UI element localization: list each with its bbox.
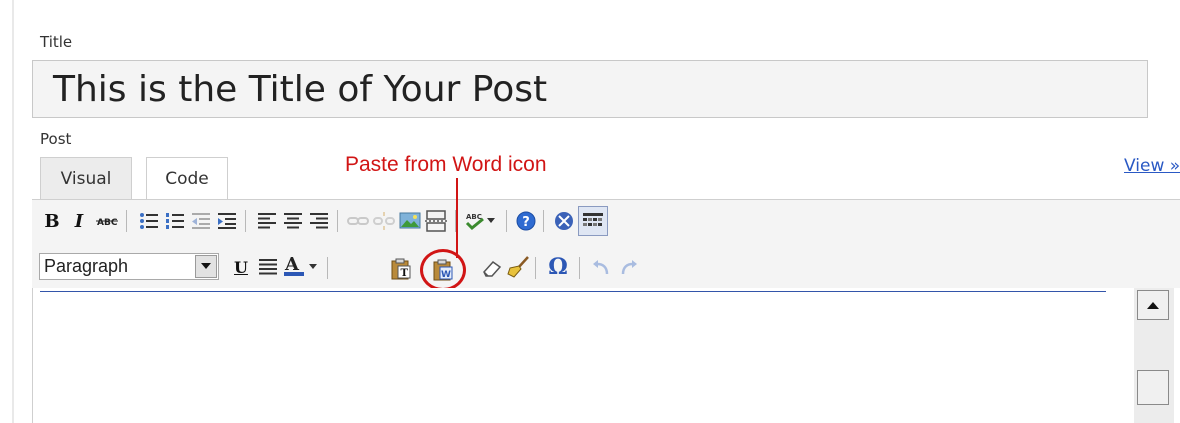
post-label: Post <box>40 130 72 148</box>
svg-text:ABC: ABC <box>466 213 482 221</box>
link-icon[interactable] <box>345 208 371 234</box>
title-input-value: This is the Title of Your Post <box>53 69 548 110</box>
editor-content-area[interactable] <box>32 288 1180 423</box>
tab-visual[interactable]: Visual <box>40 157 132 199</box>
redo-icon[interactable] <box>616 255 642 281</box>
svg-text:?: ? <box>522 215 530 230</box>
underline-icon[interactable]: U <box>228 254 254 280</box>
toolbar-separator <box>543 210 544 232</box>
kitchen-sink-icon[interactable] <box>578 206 608 236</box>
fullscreen-icon[interactable] <box>551 208 577 234</box>
format-select[interactable]: Paragraph <box>39 253 219 280</box>
scroll-thumb[interactable] <box>1137 370 1169 405</box>
callout-pointer-line <box>456 178 458 258</box>
text-color-icon[interactable]: A <box>281 252 307 278</box>
indent-icon[interactable] <box>214 208 240 234</box>
toolbar-separator <box>506 210 507 232</box>
spellcheck-dropdown-icon[interactable] <box>484 208 498 234</box>
remove-format-icon[interactable] <box>479 255 505 281</box>
svg-text:T: T <box>401 268 409 279</box>
callout-highlight-circle <box>420 249 466 291</box>
numbered-list-icon[interactable] <box>162 208 188 234</box>
bullet-list-icon[interactable] <box>136 208 162 234</box>
toolbar-separator <box>579 257 580 279</box>
cleanup-icon[interactable] <box>505 254 531 280</box>
toolbar-separator <box>535 257 536 279</box>
editor-top-rule <box>40 291 1106 292</box>
align-right-icon[interactable] <box>306 208 332 234</box>
editor-scrollbar[interactable] <box>1134 288 1174 423</box>
toolbar-separator <box>327 257 328 279</box>
italic-icon[interactable]: I <box>66 208 92 234</box>
paste-text-icon[interactable]: T <box>388 256 414 282</box>
help-icon[interactable]: ? <box>513 208 539 234</box>
left-divider <box>12 0 14 423</box>
special-character-icon[interactable]: Ω <box>545 254 571 280</box>
align-left-icon[interactable] <box>254 208 280 234</box>
toolbar-separator <box>337 210 338 232</box>
scroll-up-button[interactable] <box>1137 290 1169 320</box>
view-link[interactable]: View » <box>1124 156 1180 176</box>
toolbar-separator <box>126 210 127 232</box>
more-tag-icon[interactable] <box>423 208 449 234</box>
unlink-icon[interactable] <box>371 208 397 234</box>
toolbar-separator <box>245 210 246 232</box>
svg-text:ABC: ABC <box>97 218 118 228</box>
paste-from-word-callout: Paste from Word icon <box>345 153 547 176</box>
align-center-icon[interactable] <box>280 208 306 234</box>
insert-image-icon[interactable] <box>397 208 423 234</box>
outdent-icon[interactable] <box>188 208 214 234</box>
svg-text:A: A <box>284 254 300 275</box>
format-select-value: Paragraph <box>44 256 129 276</box>
chevron-down-icon[interactable] <box>195 255 217 278</box>
title-label: Title <box>40 33 73 51</box>
tab-code[interactable]: Code <box>146 157 228 199</box>
justify-icon[interactable] <box>255 254 281 280</box>
title-input[interactable]: This is the Title of Your Post <box>32 60 1148 118</box>
text-color-dropdown-icon[interactable] <box>306 254 320 280</box>
undo-icon[interactable] <box>588 255 614 281</box>
strikethrough-icon[interactable]: ABC <box>94 208 120 234</box>
bold-icon[interactable]: B <box>39 208 65 234</box>
caret-up-icon <box>1147 302 1159 309</box>
